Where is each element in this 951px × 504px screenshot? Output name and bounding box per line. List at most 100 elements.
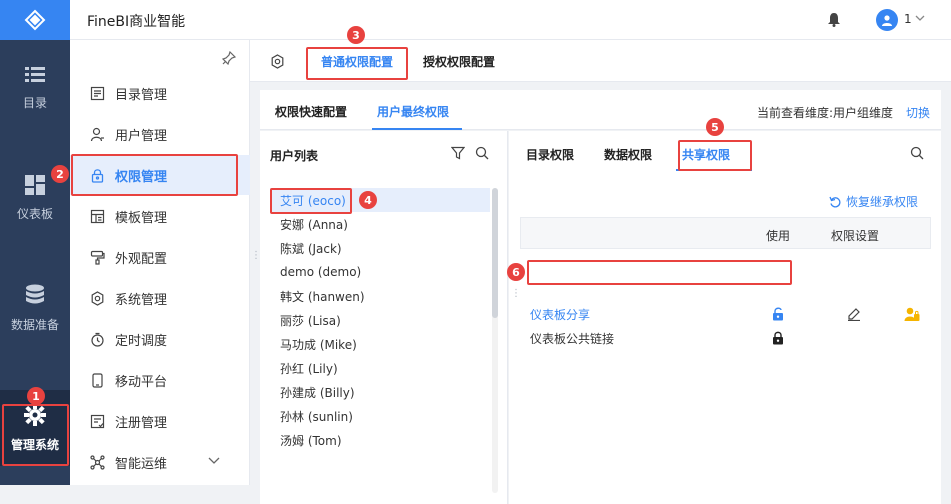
register-icon [90, 414, 105, 428]
column-header-use: 使用 [766, 229, 791, 243]
user-name[interactable]: 1 [904, 12, 912, 26]
step-badge: 3 [347, 26, 365, 44]
settings-icon[interactable] [270, 54, 285, 69]
sidebar-item-label: 权限管理 [115, 169, 168, 185]
sidebar-item-label: 用户管理 [115, 128, 168, 144]
sidebar-item-appearance[interactable]: 外观配置 [70, 237, 250, 277]
rail-item-data-prep[interactable]: 数据准备 [0, 270, 70, 346]
main-content: 普通权限配置 授权权限配置 权限快速配置 用户最终权限 当前查看维度:用户组维度… [250, 40, 951, 504]
active-tab-indicator [372, 128, 462, 130]
tab-user-final-permission[interactable]: 用户最终权限 [377, 103, 449, 120]
search-icon[interactable] [475, 146, 489, 160]
sidebar-item-users[interactable]: 用户管理 [70, 114, 250, 154]
user-list-item[interactable]: 丽莎 (Lisa) [270, 308, 490, 332]
pin-icon[interactable] [222, 51, 236, 65]
user-icon [90, 127, 104, 141]
sidebar-item-label: 系统管理 [115, 292, 168, 308]
assign-user-icon[interactable] [904, 306, 920, 322]
user-list-item[interactable]: demo (demo) [270, 260, 490, 284]
user-list-item[interactable]: 孙林 (sunlin) [270, 404, 490, 428]
rail-item-catalog[interactable]: 目录 [0, 50, 70, 126]
user-list-item[interactable]: 孙建成 (Billy) [270, 380, 490, 404]
sidebar-item-register[interactable]: 注册管理 [70, 401, 250, 441]
permission-item-name[interactable]: 仪表板公共链接 [530, 330, 614, 347]
user-list-item[interactable]: 汤姆 (Tom) [270, 428, 490, 452]
sidebar-item-label: 定时调度 [115, 333, 168, 349]
sidebar-item-schedule[interactable]: 定时调度 [70, 319, 250, 359]
sidebar-item-templates[interactable]: 模板管理 [70, 196, 250, 236]
chevron-down-icon[interactable] [915, 15, 925, 22]
left-rail: 目录 仪表板 数据准备 管理系统 [0, 0, 70, 485]
tab-normal-permission[interactable]: 普通权限配置 [321, 53, 393, 70]
dimension-label: 当前查看维度:用户组维度 [757, 106, 894, 120]
rail-item-label: 目录 [22, 95, 47, 110]
step-badge: 2 [51, 165, 69, 183]
avatar[interactable] [876, 9, 898, 31]
unlock-icon[interactable] [772, 307, 784, 321]
scrollbar-thumb[interactable] [492, 188, 498, 318]
chevron-down-icon[interactable] [208, 457, 220, 465]
user-list-item[interactable]: 艾可 (eoco) [270, 188, 490, 212]
user-list-item[interactable]: 孙红 (Lily) [270, 356, 490, 380]
search-icon[interactable] [910, 146, 924, 160]
dashboard-icon [25, 174, 45, 195]
lock-icon[interactable] [772, 331, 784, 345]
tab-data-permission[interactable]: 数据权限 [604, 146, 652, 163]
step-badge: 5 [706, 118, 724, 136]
restore-label: 恢复继承权限 [846, 195, 919, 209]
edit-icon[interactable] [847, 307, 861, 321]
list-icon [25, 66, 45, 82]
tab-quick-config[interactable]: 权限快速配置 [275, 103, 347, 120]
sidebar-item-mobile[interactable]: 移动平台 [70, 360, 250, 400]
rail-item-label: 数据准备 [10, 317, 59, 332]
switch-dimension-link[interactable]: 切换 [906, 104, 930, 121]
rail-item-label: 管理系统 [10, 437, 59, 452]
table-row: 仪表板公共链接 [520, 326, 931, 350]
sidebar-item-label: 外观配置 [115, 251, 168, 267]
sidebar-item-label: 注册管理 [115, 415, 168, 431]
mobile-icon [92, 372, 103, 388]
sidebar-item-label: 模板管理 [115, 210, 168, 226]
panel-resize-handle[interactable]: ⋮ [511, 289, 521, 299]
user-list-scrollbar[interactable] [492, 188, 498, 493]
sidebar-item-ops[interactable]: 智能运维 [70, 442, 250, 482]
sidebar-item-label: 移动平台 [115, 374, 168, 390]
active-tab-indicator [676, 169, 752, 171]
user-list-panel: 用户列表 艾可 (eoco) 安娜 (Anna) 陈斌 (Jack) demo … [260, 131, 508, 504]
filter-icon[interactable] [451, 146, 465, 160]
admin-sidebar: 目录管理 用户管理 权限管理 模板管理 外观配置 系统管理 定时调度 移动平台 … [70, 40, 250, 485]
gear-icon [24, 403, 46, 426]
permission-table-header: 使用 权限设置 [520, 217, 931, 249]
top-bar: FineBI商业智能 1 [70, 0, 951, 40]
lock-icon [91, 168, 104, 183]
column-header-settings: 权限设置 [831, 229, 880, 243]
timer-icon [91, 332, 104, 347]
user-list-item[interactable]: 陈斌 (Jack) [270, 236, 490, 260]
tab-grant-permission[interactable]: 授权权限配置 [423, 53, 495, 70]
sidebar-item-system[interactable]: 系统管理 [70, 278, 250, 318]
tab-catalog-permission[interactable]: 目录权限 [526, 146, 574, 163]
user-icon [882, 15, 892, 26]
restore-inherit-button[interactable]: 恢复继承权限 [829, 193, 918, 210]
permission-item-name[interactable]: 仪表板分享 [530, 306, 590, 323]
app-logo[interactable] [0, 0, 70, 40]
rail-item-label: 仪表板 [16, 206, 53, 221]
bell-icon[interactable] [827, 12, 841, 27]
sidebar-item-permissions[interactable]: 权限管理 [70, 155, 250, 195]
settings-icon [91, 290, 104, 306]
database-icon [26, 284, 44, 303]
template-icon [90, 209, 105, 223]
brush-icon [90, 250, 105, 265]
step-badge: 1 [27, 387, 45, 405]
sidebar-item-label: 智能运维 [115, 456, 168, 472]
permission-type-tabs: 普通权限配置 授权权限配置 [250, 40, 951, 82]
sidebar-item-label: 目录管理 [115, 87, 168, 103]
sidebar-resize-handle[interactable]: ⋮ [251, 251, 261, 261]
tab-share-permission[interactable]: 共享权限 [682, 146, 730, 163]
logo-icon [24, 9, 46, 31]
user-list-item[interactable]: 安娜 (Anna) [270, 212, 490, 236]
user-list-item[interactable]: 韩文 (hanwen) [270, 284, 490, 308]
user-list-item[interactable]: 马功成 (Mike) [270, 332, 490, 356]
step-badge: 4 [359, 191, 377, 209]
sidebar-item-catalog[interactable]: 目录管理 [70, 73, 250, 113]
